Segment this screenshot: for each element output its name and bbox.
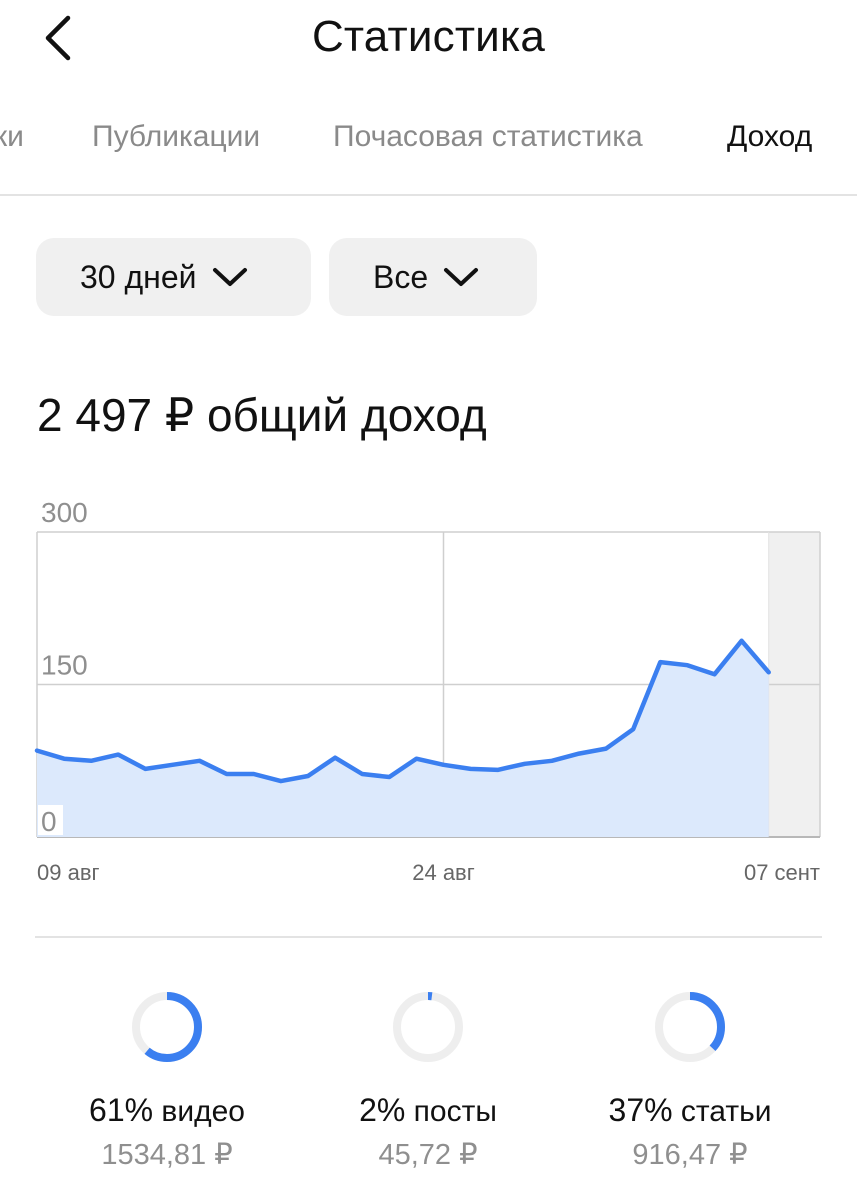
- income-chart-svg: 0 150 300 09 авг 24 авг 07 сент: [34, 496, 821, 885]
- breakdown-caption: 61% видео: [42, 1092, 292, 1129]
- type-dropdown-label: Все: [373, 258, 429, 295]
- breakdown-posts: 2% посты 45,72 ₽: [303, 990, 553, 1172]
- tab-partial[interactable]: ки: [0, 120, 24, 154]
- period-dropdown-label: 30 дней: [80, 258, 197, 295]
- breakdown-name: посты: [413, 1095, 497, 1128]
- y-tick-label: 300: [41, 497, 88, 528]
- tab-publications[interactable]: Публикации: [92, 120, 260, 154]
- total-income: 2 497 ₽ общий доход: [37, 389, 487, 441]
- page-title: Статистика: [311, 12, 546, 61]
- donut-track: [393, 992, 463, 1062]
- articles-donut: [655, 992, 725, 1062]
- tab-bar: ки Публикации Почасовая статистика Доход: [0, 100, 857, 196]
- breakdown-percent: 61%: [89, 1092, 154, 1128]
- posts-donut: [393, 992, 463, 1062]
- breakdown-caption: 2% посты: [303, 1092, 553, 1129]
- chevron-down-icon: [444, 268, 479, 286]
- tab-hourly-stats[interactable]: Почасовая статистика: [333, 120, 643, 154]
- x-tick-label: 24 авг: [412, 860, 475, 885]
- x-tick-label: 09 авг: [37, 860, 100, 885]
- y-tick-label: 0: [41, 806, 57, 837]
- header: Статистика: [0, 0, 857, 80]
- chevron-down-icon: [212, 268, 247, 286]
- period-dropdown[interactable]: 30 дней: [36, 238, 311, 316]
- breakdown-articles: 37% статьи 916,47 ₽: [565, 990, 815, 1172]
- breakdown-percent: 2%: [359, 1092, 406, 1128]
- tab-income[interactable]: Доход: [727, 120, 812, 154]
- income-chart: 0 150 300 09 авг 24 авг 07 сент: [0, 490, 857, 900]
- breakdown-amount: 1534,81 ₽: [101, 1139, 233, 1171]
- breakdown-amount: 916,47 ₽: [632, 1139, 748, 1171]
- breakdown-name: статьи: [680, 1095, 772, 1128]
- breakdown-percent: 37%: [608, 1092, 673, 1128]
- breakdown-caption: 37% статьи: [565, 1092, 815, 1129]
- type-dropdown[interactable]: Все: [329, 238, 537, 316]
- breakdown-video: 61% видео 1534,81 ₽: [42, 990, 292, 1172]
- breakdown-amount: 45,72 ₽: [378, 1139, 478, 1171]
- video-donut: [132, 992, 202, 1062]
- breakdown-name: видео: [161, 1095, 245, 1128]
- divider: [35, 936, 822, 938]
- x-tick-label: 07 сент: [744, 860, 820, 885]
- y-tick-label: 150: [41, 650, 88, 681]
